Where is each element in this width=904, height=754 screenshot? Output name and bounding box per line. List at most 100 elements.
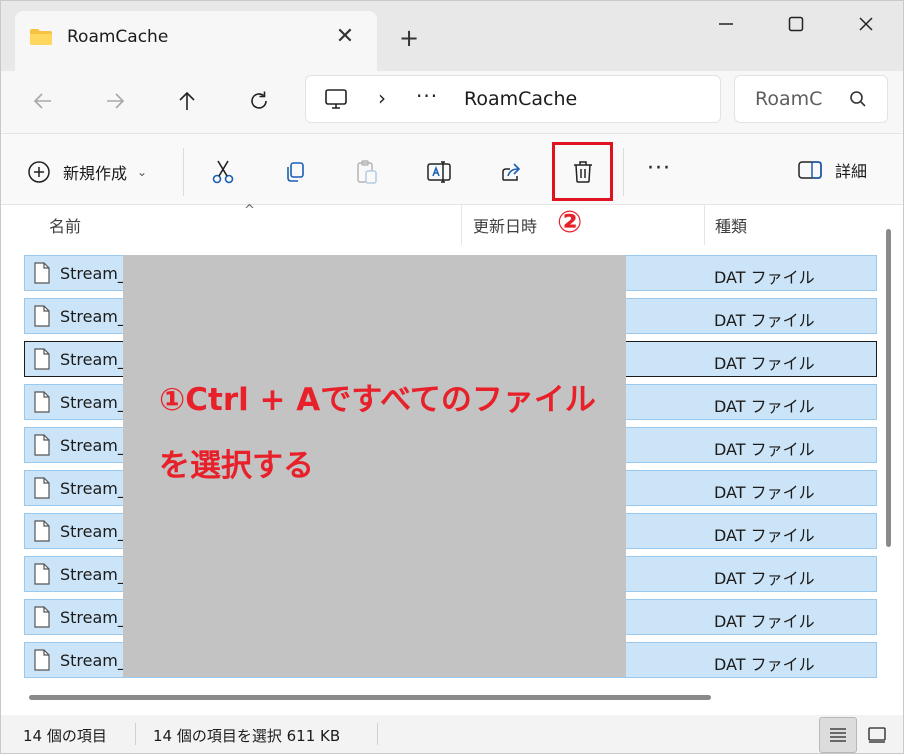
file-type: DAT ファイル xyxy=(714,612,815,631)
column-header-date[interactable]: 更新日時 xyxy=(473,205,537,251)
selection-info: 14 個の項目を選択 611 KB xyxy=(153,727,341,745)
file-name: Stream_ xyxy=(60,264,126,283)
title-bar: RoamCache ✕ + xyxy=(1,1,903,71)
file-icon xyxy=(34,305,50,327)
close-icon xyxy=(859,17,873,31)
column-divider[interactable] xyxy=(704,205,705,245)
minimize-button[interactable] xyxy=(691,1,761,47)
file-name: Stream_ xyxy=(60,436,126,455)
folder-icon xyxy=(30,29,52,45)
new-button-label: 新規作成 xyxy=(63,164,128,183)
command-bar: 新規作成 ⌄ ··· 詳細 xyxy=(1,133,903,205)
file-icon xyxy=(34,477,50,499)
file-name: Stream_ xyxy=(60,307,126,326)
status-bar: 14 個の項目 14 個の項目を選択 611 KB xyxy=(1,715,903,753)
arrow-up-icon xyxy=(179,91,195,110)
rename-icon xyxy=(427,161,451,183)
file-type: DAT ファイル xyxy=(714,311,815,330)
back-button[interactable] xyxy=(25,83,61,119)
file-icon xyxy=(34,391,50,413)
breadcrumb-overflow-button[interactable]: ··· xyxy=(416,84,438,108)
more-options-button[interactable]: ··· xyxy=(647,156,671,181)
file-type: DAT ファイル xyxy=(714,655,815,674)
chevron-down-icon: ⌄ xyxy=(137,165,148,179)
new-button[interactable]: 新規作成 ⌄ xyxy=(27,158,147,186)
minimize-icon xyxy=(719,23,733,25)
refresh-icon xyxy=(251,91,267,109)
forward-button[interactable] xyxy=(97,83,133,119)
search-input[interactable] xyxy=(755,86,851,112)
copy-icon xyxy=(287,162,304,182)
file-type: DAT ファイル xyxy=(714,526,815,545)
rename-button[interactable] xyxy=(423,156,455,188)
file-name: Stream_ xyxy=(60,608,126,627)
new-tab-button[interactable]: + xyxy=(393,23,425,55)
paste-icon xyxy=(357,160,377,184)
computer-icon xyxy=(325,89,347,109)
file-name: Stream_ xyxy=(60,479,126,498)
tiles-view-button[interactable] xyxy=(863,721,891,749)
horizontal-scrollbar[interactable] xyxy=(29,695,711,700)
file-name: Stream_ xyxy=(60,522,126,541)
file-type: DAT ファイル xyxy=(714,268,815,287)
share-button[interactable] xyxy=(495,156,527,188)
item-count: 14 個の項目 xyxy=(23,727,107,745)
file-icon xyxy=(34,520,50,542)
column-header-name[interactable]: 名前 xyxy=(49,205,81,251)
command-divider xyxy=(183,148,184,196)
arrow-left-icon xyxy=(33,93,51,109)
file-icon xyxy=(34,649,50,671)
status-divider xyxy=(377,723,378,745)
search-box[interactable] xyxy=(734,75,888,123)
step1-annotation: ①Ctrl + Aですべてのファイル を選択する xyxy=(159,367,596,499)
tiles-view-icon xyxy=(868,727,886,743)
status-divider xyxy=(135,723,136,745)
details-label: 詳細 xyxy=(835,162,868,181)
close-window-button[interactable] xyxy=(831,1,901,47)
navigation-bar: › ··· RoamCache xyxy=(1,71,903,133)
details-view-button[interactable] xyxy=(819,717,857,753)
file-icon xyxy=(34,434,50,456)
vertical-scrollbar[interactable] xyxy=(886,229,891,547)
cut-button[interactable] xyxy=(207,156,239,188)
list-view-icon xyxy=(830,728,846,742)
arrow-right-icon xyxy=(107,93,125,109)
file-type: DAT ファイル xyxy=(714,440,815,459)
file-icon xyxy=(34,262,50,284)
tab-title: RoamCache xyxy=(67,27,169,47)
maximize-button[interactable] xyxy=(761,1,831,47)
column-divider[interactable] xyxy=(461,205,462,245)
file-name: Stream_ xyxy=(60,393,126,412)
file-explorer-window: RoamCache ✕ + › ··· RoamCache RoamC 新規作成… xyxy=(0,0,904,754)
delete-highlight-box xyxy=(552,142,613,201)
tab-roamcache[interactable]: RoamCache ✕ xyxy=(15,11,377,71)
close-tab-button[interactable]: ✕ xyxy=(331,23,359,51)
file-name: Stream_ xyxy=(60,565,126,584)
breadcrumb-separator[interactable]: › xyxy=(378,86,386,110)
column-header-type[interactable]: 種類 xyxy=(715,205,747,251)
file-type: DAT ファイル xyxy=(714,397,815,416)
file-name: Stream_ xyxy=(60,350,126,369)
copy-button[interactable] xyxy=(279,156,311,188)
sort-indicator: ^ xyxy=(244,203,255,218)
paste-button[interactable] xyxy=(351,156,383,188)
refresh-button[interactable] xyxy=(241,83,277,119)
plus-circle-icon xyxy=(28,161,50,183)
details-pane-icon xyxy=(798,161,822,179)
step1-line1: ①Ctrl + Aですべてのファイル xyxy=(159,382,596,418)
file-icon xyxy=(34,348,50,370)
command-divider xyxy=(623,148,624,196)
breadcrumb-current[interactable]: RoamCache xyxy=(464,88,577,110)
step1-line2: を選択する xyxy=(159,448,314,484)
search-icon xyxy=(850,91,866,107)
file-type: DAT ファイル xyxy=(714,483,815,502)
maximize-icon xyxy=(788,16,804,32)
file-type: DAT ファイル xyxy=(714,569,815,588)
file-icon xyxy=(34,606,50,628)
file-type: DAT ファイル xyxy=(714,354,815,373)
details-pane-button[interactable]: 詳細 xyxy=(797,158,867,182)
file-name: Stream_ xyxy=(60,651,126,670)
share-icon xyxy=(502,163,521,181)
address-bar[interactable]: › ··· RoamCache xyxy=(305,75,721,123)
up-button[interactable] xyxy=(169,83,205,119)
